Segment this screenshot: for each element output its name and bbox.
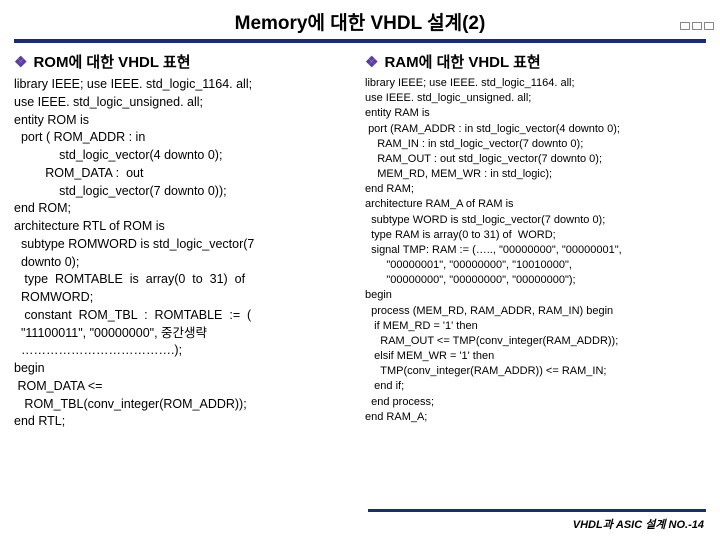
slide-title: Memory에 대한 VHDL 설계(2) <box>14 8 706 35</box>
left-heading: ❖ ROM에 대한 VHDL 표현 <box>14 51 355 72</box>
bullet-icon: ❖ <box>14 53 27 71</box>
slide: Memory에 대한 VHDL 설계(2) ❖ ROM에 대한 VHDL 표현 … <box>0 0 720 540</box>
right-heading-text: RAM에 대한 VHDL 표현 <box>384 51 540 72</box>
right-heading: ❖ RAM에 대한 VHDL 표현 <box>365 51 706 72</box>
left-column: ❖ ROM에 대한 VHDL 표현 library IEEE; use IEEE… <box>14 51 355 431</box>
rom-code: library IEEE; use IEEE. std_logic_1164. … <box>14 76 355 431</box>
columns: ❖ ROM에 대한 VHDL 표현 library IEEE; use IEEE… <box>14 51 706 431</box>
footer-text: VHDL과 ASIC 설계 NO.-14 <box>573 516 704 532</box>
ram-code: library IEEE; use IEEE. std_logic_1164. … <box>365 76 706 425</box>
right-column: ❖ RAM에 대한 VHDL 표현 library IEEE; use IEEE… <box>365 51 706 431</box>
decor-blocks <box>680 22 720 30</box>
bullet-icon: ❖ <box>365 53 378 71</box>
footer-divider <box>368 509 706 512</box>
title-divider <box>14 39 706 43</box>
left-heading-text: ROM에 대한 VHDL 표현 <box>33 51 190 72</box>
